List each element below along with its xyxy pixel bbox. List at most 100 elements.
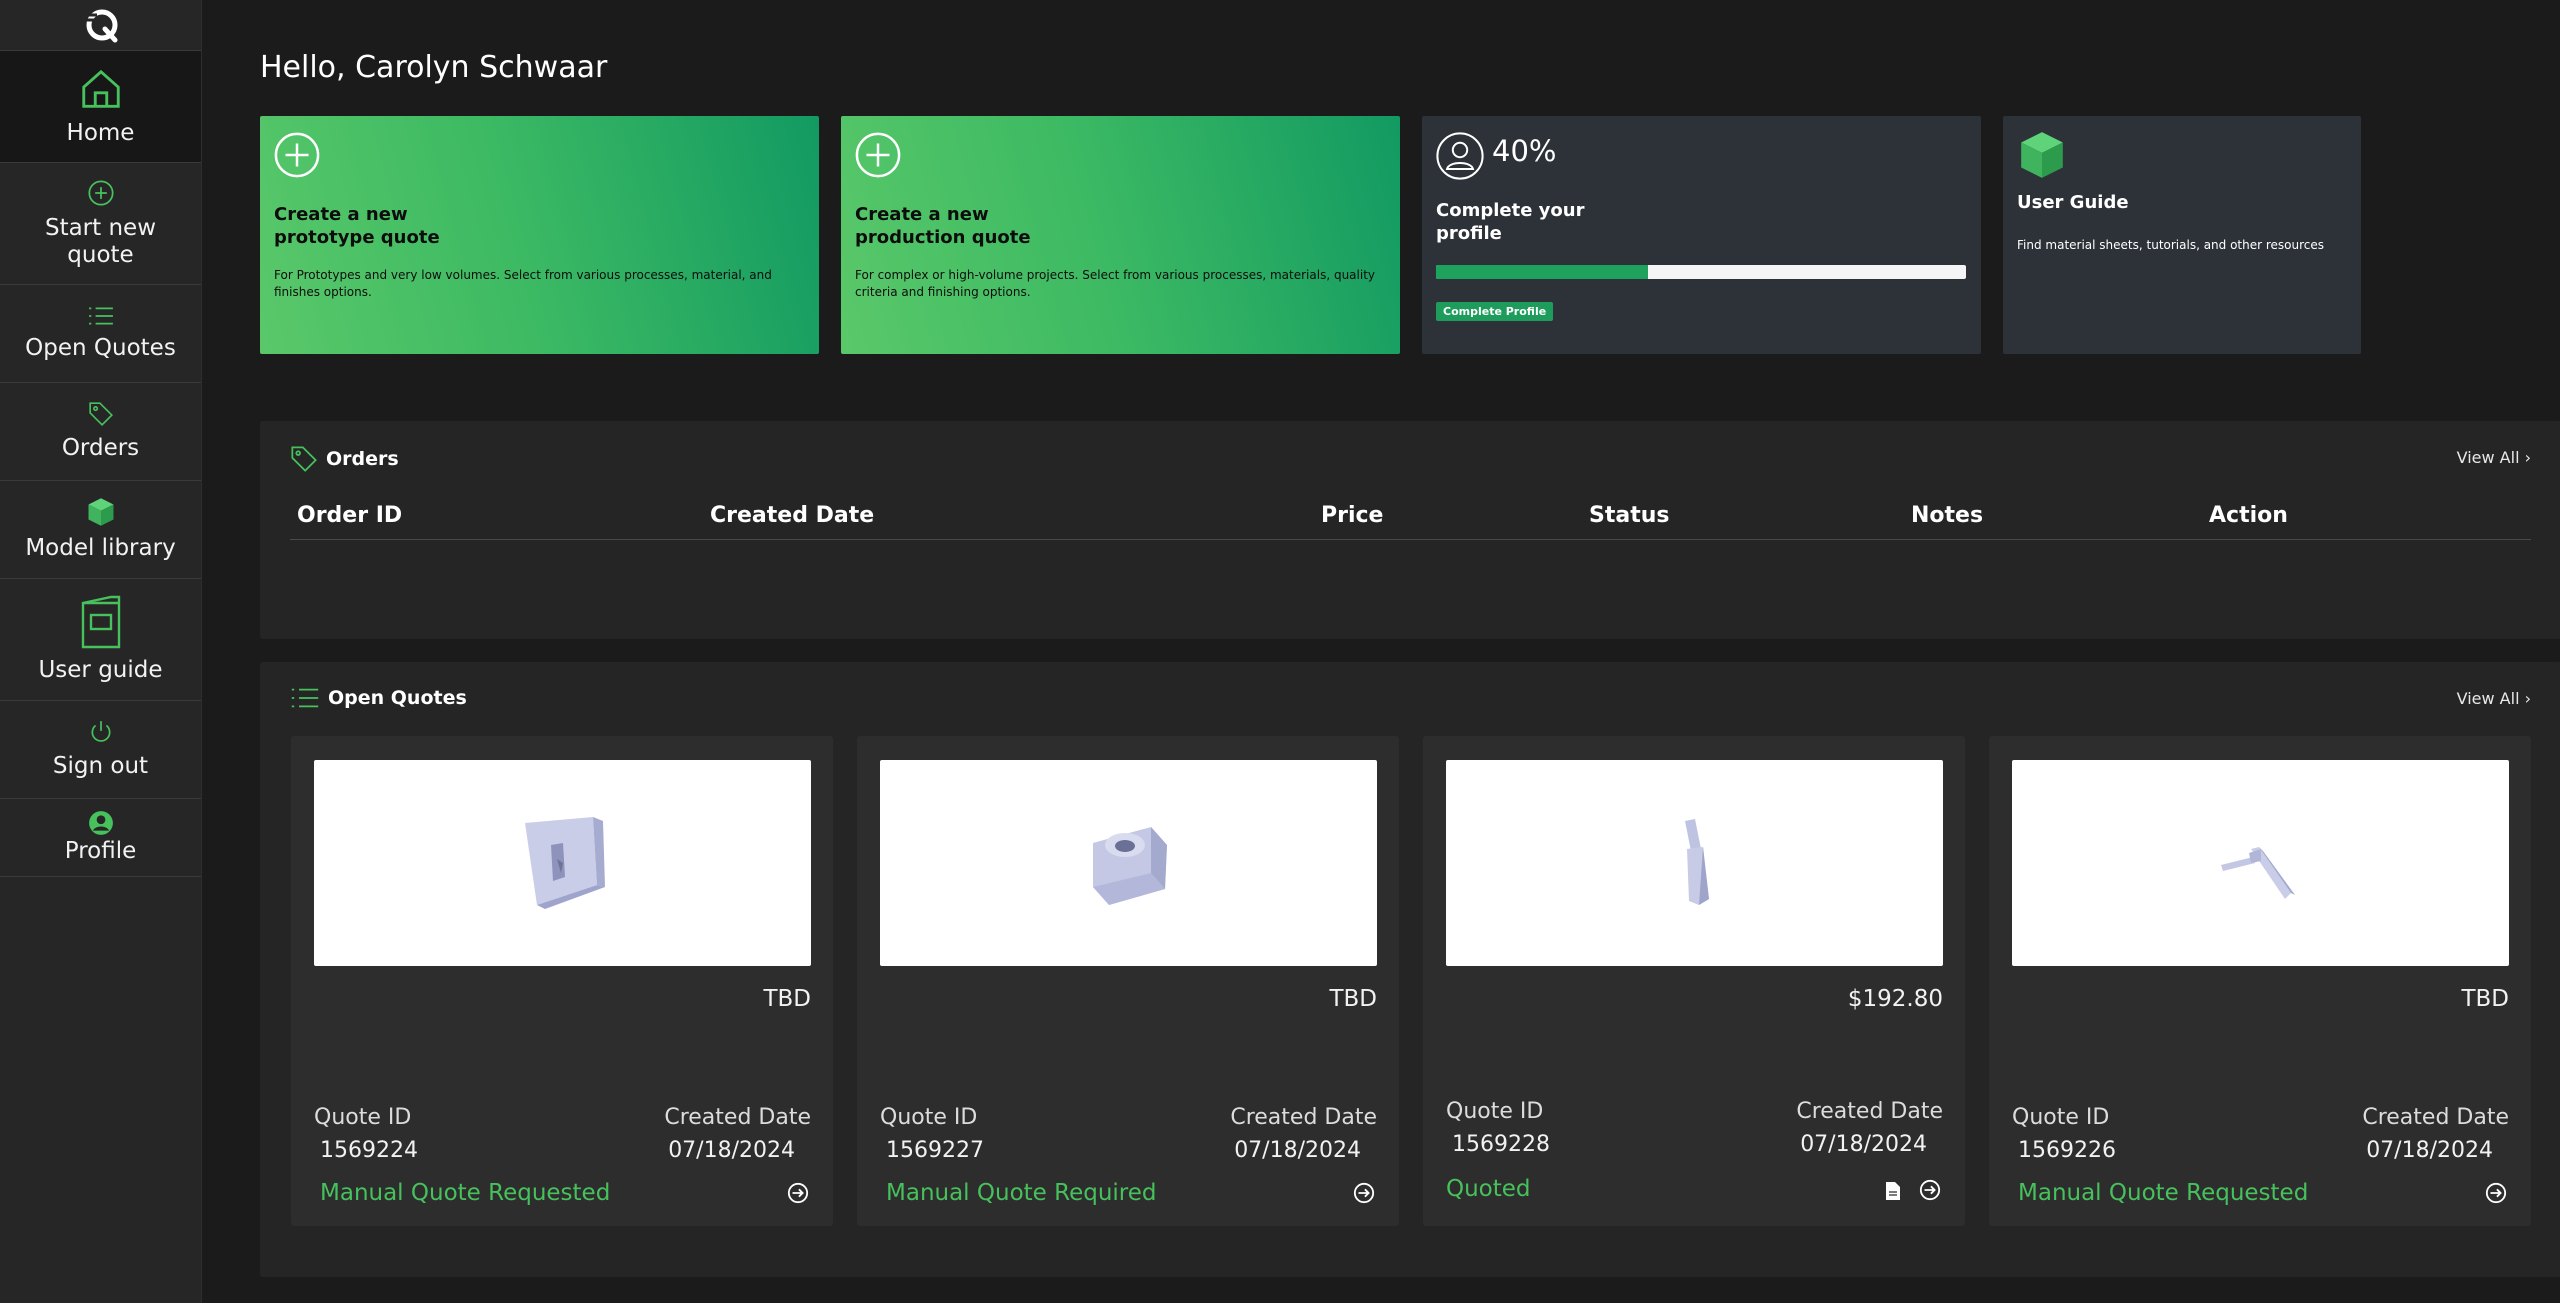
model-preview-image xyxy=(2220,847,2295,899)
quote-status: Manual Quote Requested xyxy=(2018,1180,2309,1206)
user-circle-icon xyxy=(88,810,114,836)
tag-icon xyxy=(88,401,114,427)
model-preview-image xyxy=(1684,819,1709,905)
created-date-label: Created Date xyxy=(1796,1099,1943,1124)
user-guide-card[interactable]: User Guide Find material sheets, tutoria… xyxy=(2003,116,2361,354)
profile-progress-fill xyxy=(1436,265,1648,279)
model-thumbnail[interactable] xyxy=(2012,760,2509,966)
sidebar-item-label: Start new quote xyxy=(44,215,157,268)
model-thumbnail[interactable] xyxy=(880,760,1377,966)
quote-price: TBD xyxy=(2461,986,2509,1012)
model-preview-image xyxy=(524,817,605,909)
model-preview-image xyxy=(1092,827,1167,905)
quote-id-value: 1569224 xyxy=(320,1138,418,1163)
column-header-order-id[interactable]: Order ID xyxy=(297,503,402,528)
create-prototype-quote-card[interactable]: Create a new prototype quote For Prototy… xyxy=(260,116,819,354)
orders-table-header: Order ID Created Date Price Status Notes… xyxy=(290,499,2531,540)
quote-status: Manual Quote Requested xyxy=(320,1180,611,1206)
column-header-created-date[interactable]: Created Date xyxy=(710,503,874,528)
card-title: Complete your profile xyxy=(1436,200,1585,244)
tag-icon xyxy=(291,446,317,472)
quote-id-label: Quote ID xyxy=(2012,1105,2110,1130)
sidebar-item-model-library[interactable]: Model library xyxy=(0,481,201,579)
quote-card[interactable]: $192.80 Quote ID Created Date 1569228 07… xyxy=(1423,736,1965,1226)
sidebar-item-label: Model library xyxy=(25,535,176,562)
created-date-label: Created Date xyxy=(2362,1105,2509,1130)
created-date-label: Created Date xyxy=(664,1105,811,1130)
complete-profile-card: 40% Complete your profile Complete Profi… xyxy=(1422,116,1981,354)
sidebar-item-label: Home xyxy=(66,120,135,147)
card-description: For Prototypes and very low volumes. Sel… xyxy=(274,268,772,299)
cube-icon xyxy=(86,497,116,527)
column-header-price[interactable]: Price xyxy=(1321,503,1383,528)
column-header-notes[interactable]: Notes xyxy=(1911,503,1983,528)
quote-status: Manual Quote Required xyxy=(886,1180,1157,1206)
card-title: Create a new production quote xyxy=(855,204,1031,248)
quote-price: TBD xyxy=(763,986,811,1012)
quote-id-value: 1569227 xyxy=(886,1138,984,1163)
list-icon xyxy=(88,305,114,327)
plus-circle-icon xyxy=(87,179,115,207)
quote-id-value: 1569228 xyxy=(1452,1132,1550,1157)
download-document-action[interactable] xyxy=(1885,1181,1901,1205)
app-logo[interactable] xyxy=(0,0,201,51)
user-outline-icon xyxy=(1436,132,1484,180)
sidebar-item-start-new-quote[interactable]: Start new quote xyxy=(0,163,201,285)
profile-progress-bar xyxy=(1436,265,1966,279)
quote-status: Quoted xyxy=(1446,1176,1531,1202)
arrow-right-circle-icon xyxy=(1353,1182,1375,1204)
card-title: Create a new prototype quote xyxy=(274,204,440,248)
sidebar-item-label: User guide xyxy=(38,657,163,684)
open-quote-action[interactable] xyxy=(787,1182,809,1208)
quote-id-label: Quote ID xyxy=(880,1105,978,1130)
book-icon xyxy=(79,595,123,649)
sidebar-item-label: Orders xyxy=(61,435,140,462)
orders-view-all-link[interactable]: View All › xyxy=(2457,448,2531,467)
list-icon xyxy=(291,688,319,708)
section-title: Open Quotes xyxy=(328,687,467,709)
quote-id-label: Quote ID xyxy=(314,1105,412,1130)
main-content: Hello, Carolyn Schwaar Create a new prot… xyxy=(201,0,2560,1303)
sidebar-item-open-quotes[interactable]: Open Quotes xyxy=(0,285,201,383)
created-date-value: 07/18/2024 xyxy=(1234,1138,1361,1163)
quote-price: TBD xyxy=(1329,986,1377,1012)
cube-icon xyxy=(2021,132,2063,178)
open-quotes-view-all-link[interactable]: View All › xyxy=(2457,689,2531,708)
sidebar-item-sign-out[interactable]: Sign out xyxy=(0,701,201,799)
create-production-quote-card[interactable]: Create a new production quote For comple… xyxy=(841,116,1400,354)
quote-id-value: 1569226 xyxy=(2018,1138,2116,1163)
column-header-action[interactable]: Action xyxy=(2209,503,2288,528)
power-icon xyxy=(88,719,114,745)
arrow-right-circle-icon xyxy=(787,1182,809,1204)
quote-price: $192.80 xyxy=(1847,986,1943,1012)
model-thumbnail[interactable] xyxy=(314,760,811,966)
profile-percent: 40% xyxy=(1492,134,1557,168)
open-quote-action[interactable] xyxy=(1919,1179,1941,1205)
open-quote-action[interactable] xyxy=(1353,1182,1375,1208)
created-date-value: 07/18/2024 xyxy=(1800,1132,1927,1157)
created-date-value: 07/18/2024 xyxy=(2366,1138,2493,1163)
card-title: User Guide xyxy=(2017,192,2129,213)
sidebar: Home Start new quote Open Quotes Orders … xyxy=(0,0,202,1303)
quote-id-label: Quote ID xyxy=(1446,1099,1544,1124)
orders-section: Orders View All › Order ID Created Date … xyxy=(260,421,2560,639)
document-icon xyxy=(1886,1182,1900,1200)
sidebar-item-label: Sign out xyxy=(52,753,149,780)
sidebar-item-label: Profile xyxy=(64,838,137,865)
column-header-status[interactable]: Status xyxy=(1589,503,1669,528)
quote-card[interactable]: TBD Quote ID Created Date 1569224 07/18/… xyxy=(291,736,833,1226)
plus-circle-icon xyxy=(274,132,320,178)
sidebar-item-user-guide[interactable]: User guide xyxy=(0,579,201,701)
home-icon xyxy=(78,66,124,112)
model-thumbnail[interactable] xyxy=(1446,760,1943,966)
open-quote-action[interactable] xyxy=(2485,1182,2507,1208)
sidebar-item-orders[interactable]: Orders xyxy=(0,383,201,481)
complete-profile-button[interactable]: Complete Profile xyxy=(1436,302,1554,321)
created-date-label: Created Date xyxy=(1230,1105,1377,1130)
quote-card[interactable]: TBD Quote ID Created Date 1569226 07/18/… xyxy=(1989,736,2531,1226)
quote-card[interactable]: TBD Quote ID Created Date 1569227 07/18/… xyxy=(857,736,1399,1226)
sidebar-item-home[interactable]: Home xyxy=(0,51,201,163)
sidebar-item-label: Open Quotes xyxy=(25,335,176,362)
sidebar-item-profile[interactable]: Profile xyxy=(0,799,201,877)
orders-header: Orders xyxy=(290,445,399,473)
